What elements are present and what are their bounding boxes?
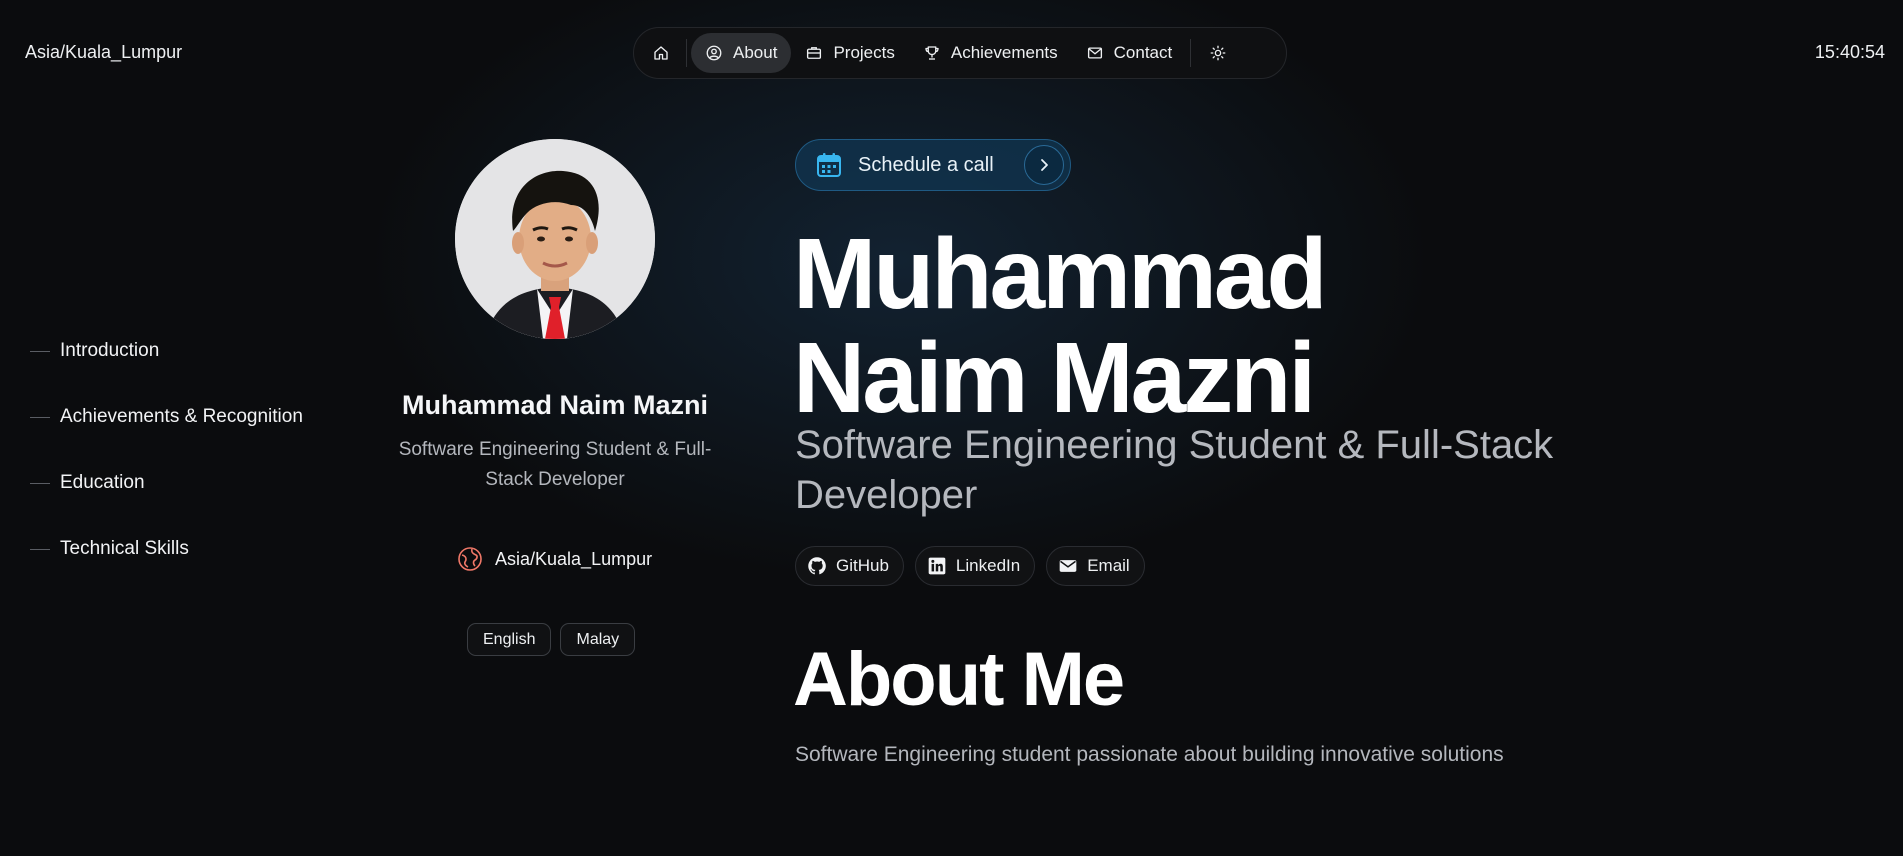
nav-achievements-button[interactable]: Achievements (909, 33, 1072, 73)
social-links: GitHub LinkedIn Email (795, 546, 1145, 586)
nav-home-button[interactable] (640, 33, 682, 73)
mail-icon (1087, 47, 1102, 59)
language-tags: English Malay (467, 623, 636, 656)
avatar (455, 139, 655, 339)
profile-timezone: Asia/Kuala_Lumpur (457, 546, 652, 572)
anchor-label: Technical Skills (60, 538, 189, 559)
header-timezone: Asia/Kuala_Lumpur (25, 42, 183, 62)
nav-about-button[interactable]: About (691, 33, 792, 73)
email-icon (1059, 560, 1077, 572)
about-text: Software Engineering student passionate … (795, 743, 1504, 766)
header-clock: 15:40:54 (1814, 42, 1885, 62)
schedule-call-label: Schedule a call (858, 153, 994, 176)
nav-separator (686, 39, 687, 67)
nav-projects-button[interactable]: Projects (791, 33, 908, 73)
hero-name: Muhammad Naim Mazni (793, 218, 1328, 434)
profile-name: Muhammad Naim Mazni (401, 390, 709, 420)
hero-name-line2: Naim Mazni (793, 322, 1316, 434)
github-label: GitHub (836, 556, 889, 575)
email-label: Email (1087, 556, 1130, 575)
sun-icon (1210, 45, 1226, 61)
nav-contact-button[interactable]: Contact (1072, 33, 1187, 73)
hero-role: Software Engineering Student & Full-Stac… (795, 423, 1554, 517)
nav-projects-label: Projects (833, 43, 895, 62)
language-tag: English (467, 623, 552, 656)
anchor-label: Introduction (60, 340, 160, 361)
anchor-achievements[interactable]: Achievements & Recognition (30, 384, 303, 450)
anchor-technical-skills[interactable]: Technical Skills (30, 516, 303, 582)
nav-about-label: About (733, 43, 778, 62)
user-circle-icon (706, 45, 722, 61)
nav-achievements-label: Achievements (950, 43, 1058, 62)
anchor-dash (30, 416, 50, 418)
calendar-icon (817, 153, 841, 177)
github-icon (808, 557, 826, 575)
linkedin-label: LinkedIn (955, 556, 1021, 575)
chevron-right-icon (1024, 145, 1064, 185)
anchor-label: Education (60, 472, 145, 493)
anchor-introduction[interactable]: Introduction (30, 318, 303, 384)
top-nav: About Projects Achievements Contact (633, 27, 1287, 79)
about-title: About Me (793, 637, 1125, 722)
nav-separator (1190, 39, 1192, 67)
hero-name-line1: Muhammad (793, 218, 1328, 330)
schedule-call-button[interactable]: Schedule a call (795, 139, 1071, 191)
profile-role: Software Engineering Student & Full-Stac… (398, 439, 712, 490)
github-button[interactable]: GitHub (795, 546, 904, 586)
anchor-dash (30, 350, 50, 352)
nav-contact-label: Contact (1113, 43, 1173, 62)
trophy-icon (925, 46, 939, 60)
linkedin-button[interactable]: LinkedIn (914, 546, 1036, 586)
briefcase-icon (807, 47, 822, 59)
section-anchors: Introduction Achievements & Recognition … (30, 318, 303, 582)
theme-toggle-button[interactable] (1195, 33, 1241, 73)
anchor-education[interactable]: Education (30, 450, 303, 516)
anchor-dash (30, 548, 50, 550)
anchor-dash (30, 482, 50, 484)
linkedin-icon (928, 557, 946, 575)
anchor-label: Achievements & Recognition (60, 406, 303, 427)
profile-timezone-label: Asia/Kuala_Lumpur (495, 548, 653, 569)
home-icon (654, 46, 668, 60)
globe-icon (458, 547, 482, 571)
language-tag: Malay (560, 623, 636, 656)
email-button[interactable]: Email (1046, 546, 1145, 586)
